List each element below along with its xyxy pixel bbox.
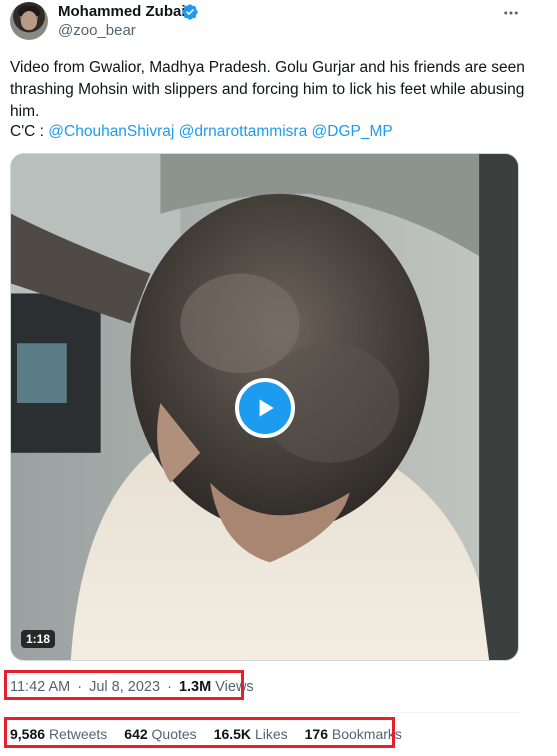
annotation-box-stats — [4, 717, 395, 748]
tweet-card: Mohammed Zubair @zoo_bear Video from Gwa… — [0, 0, 557, 756]
mention-chouhanshivraj[interactable]: @ChouhanShivraj — [48, 123, 174, 140]
author-display-name[interactable]: Mohammed Zubair — [58, 3, 191, 20]
annotation-box-meta — [4, 670, 244, 700]
play-button[interactable] — [235, 378, 295, 438]
verified-badge-icon — [182, 4, 198, 20]
avatar-face — [21, 11, 37, 30]
divider — [10, 712, 520, 713]
tweet-cc-line: C'C : @ChouhanShivraj @drnarottammisra @… — [10, 121, 393, 143]
tweet-body: Video from Gwalior, Madhya Pradesh. Golu… — [10, 59, 525, 120]
mention-dgp-mp[interactable]: @DGP_MP — [312, 123, 393, 140]
author-handle[interactable]: @zoo_bear — [58, 22, 136, 39]
play-icon — [259, 399, 274, 417]
mention-drnarottammisra[interactable]: @drnarottammisra — [179, 123, 308, 140]
avatar[interactable] — [10, 2, 48, 40]
video-duration-badge: 1:18 — [21, 630, 56, 648]
more-options-button[interactable] — [498, 0, 524, 26]
more-dots-icon — [504, 11, 518, 15]
video-player[interactable]: 1:18 — [10, 153, 519, 661]
tweet-text: Video from Gwalior, Madhya Pradesh. Golu… — [10, 57, 530, 123]
cc-prefix: C'C : — [10, 123, 44, 140]
